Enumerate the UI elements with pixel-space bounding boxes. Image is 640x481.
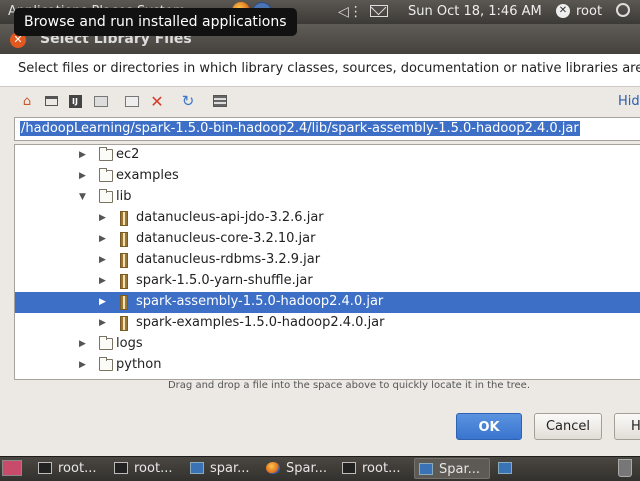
folder-icon (99, 189, 113, 203)
path-input[interactable]: /hadoopLearning/spark-1.5.0-bin-hadoop2.… (14, 117, 640, 141)
taskbar-item[interactable] (494, 458, 522, 479)
ok-button[interactable]: OK (456, 413, 522, 440)
tree-file-row[interactable]: ▶ datanucleus-rdbms-3.2.9.jar (15, 250, 640, 271)
expand-arrow-icon[interactable]: ▶ (99, 297, 106, 307)
user-menu[interactable]: root (576, 4, 602, 19)
expand-arrow-icon[interactable]: ▶ (99, 276, 106, 286)
jar-file-icon (120, 253, 128, 268)
folder-icon (99, 168, 113, 182)
tree-folder-row[interactable]: ▼ lib (15, 187, 640, 208)
taskbar-item-label: Spar... (286, 461, 328, 476)
jar-file-icon (120, 274, 128, 289)
project-icon[interactable]: IJ (67, 93, 83, 109)
tree-item-label: spark-1.5.0-yarn-shuffle.jar (136, 273, 313, 288)
tree-folder-row[interactable]: ▶ logs (15, 334, 640, 355)
folder-icon (99, 336, 113, 350)
expand-arrow-icon[interactable]: ▶ (79, 339, 86, 349)
power-icon[interactable] (616, 3, 630, 17)
expand-arrow-icon[interactable]: ▶ (79, 171, 86, 181)
user-icon[interactable]: ✕ (556, 4, 570, 18)
dialog-description-area: Select files or directories in which lib… (0, 54, 640, 87)
home-icon[interactable]: ⌂ (19, 93, 35, 109)
jar-file-icon (120, 211, 128, 226)
help-button[interactable]: H (614, 413, 640, 440)
trash-icon[interactable] (618, 459, 632, 477)
expand-arrow-icon[interactable]: ▶ (99, 255, 106, 265)
new-folder-icon[interactable] (124, 93, 140, 109)
tree-item-label: lib (116, 189, 132, 204)
terminal-icon (114, 461, 128, 474)
module-icon[interactable] (93, 93, 109, 109)
intellij-icon (419, 462, 433, 475)
clock[interactable]: Sun Oct 18, 1:46 AM (408, 4, 542, 19)
firefox-icon (266, 461, 280, 474)
tree-item-label: datanucleus-api-jdo-3.2.6.jar (136, 210, 324, 225)
tree-item-label: spark-assembly-1.5.0-hadoop2.4.0.jar (136, 294, 384, 309)
tree-file-row[interactable]: ▶ spark-assembly-1.5.0-hadoop2.4.0.jar (15, 292, 640, 313)
jar-file-icon (120, 316, 128, 331)
delete-icon[interactable]: ✕ (149, 92, 165, 111)
intellij-icon (190, 461, 204, 474)
file-tree[interactable]: ▶ ec2 ▶ examples ▼ lib ▶ datanucleus-api-jdo-3.… (14, 144, 640, 380)
jar-file-icon (120, 232, 128, 247)
tree-item-label: logs (116, 336, 143, 351)
show-hidden-icon[interactable] (212, 93, 228, 109)
tree-item-label: datanucleus-rdbms-3.2.9.jar (136, 252, 321, 267)
expand-arrow-icon[interactable]: ▶ (79, 360, 86, 370)
tree-folder-row[interactable]: ▶ python (15, 355, 640, 376)
tree-file-row[interactable]: ▶ spark-examples-1.5.0-hadoop2.4.0.jar (15, 313, 640, 334)
expand-arrow-icon[interactable]: ▶ (99, 213, 106, 223)
volume-icon[interactable]: ◁⋮ (338, 4, 363, 20)
hide-path-link[interactable]: Hid (618, 94, 640, 109)
terminal-icon (38, 461, 52, 474)
taskbar-item[interactable]: root... (338, 458, 410, 479)
terminal-icon (342, 461, 356, 474)
drag-drop-hint: Drag and drop a file into the space abov… (167, 380, 531, 391)
taskbar-item-label: root... (362, 461, 401, 476)
show-desktop-icon[interactable] (2, 460, 22, 476)
taskbar-item[interactable]: root... (34, 458, 106, 479)
taskbar-item-label: spar... (210, 461, 250, 476)
taskbar-item[interactable]: spar... (186, 458, 258, 479)
expand-arrow-icon[interactable]: ▶ (79, 150, 86, 160)
jar-file-icon (120, 295, 128, 310)
tree-folder-row[interactable]: ▶ ec2 (15, 145, 640, 166)
tree-item-label: spark-examples-1.5.0-hadoop2.4.0.jar (136, 315, 385, 330)
path-value: /hadoopLearning/spark-1.5.0-bin-hadoop2.… (20, 121, 580, 136)
mail-icon[interactable] (370, 5, 388, 17)
tree-file-row[interactable]: ▶ datanucleus-api-jdo-3.2.6.jar (15, 208, 640, 229)
taskbar-item-label: Spar... (439, 462, 481, 477)
tree-folder-row[interactable]: ▶ examples (15, 166, 640, 187)
expand-arrow-icon[interactable]: ▶ (99, 318, 106, 328)
tree-file-row[interactable]: ▶ datanucleus-core-3.2.10.jar (15, 229, 640, 250)
taskbar-item[interactable]: root... (110, 458, 182, 479)
tree-file-row[interactable]: ▶ spark-1.5.0-yarn-shuffle.jar (15, 271, 640, 292)
collapse-arrow-icon[interactable]: ▼ (79, 192, 86, 202)
tree-item-label: ec2 (116, 147, 140, 162)
taskbar-item-label: root... (134, 461, 173, 476)
refresh-icon[interactable]: ↻ (180, 92, 196, 110)
file-chooser-toolbar: ⌂ IJ ✕ ↻ Hid (0, 88, 640, 114)
taskbar-item[interactable]: Spar... (414, 458, 490, 479)
expand-arrow-icon[interactable]: ▶ (99, 234, 106, 244)
taskbar-item-label: root... (58, 461, 97, 476)
applications-tooltip: Browse and run installed applications (14, 8, 297, 36)
folder-icon (99, 147, 113, 161)
tree-item-label: examples (116, 168, 179, 183)
tree-item-label: python (116, 357, 162, 372)
desktop-icon[interactable] (43, 93, 59, 109)
tree-item-label: datanucleus-core-3.2.10.jar (136, 231, 316, 246)
folder-icon (99, 357, 113, 371)
taskbar-item[interactable]: Spar... (262, 458, 334, 479)
dialog-description: Select files or directories in which lib… (18, 61, 640, 76)
cancel-button[interactable]: Cancel (534, 413, 602, 440)
bottom-taskbar: root... root... spar... Spar... root... Spar.… (0, 456, 640, 481)
intellij-icon (498, 461, 512, 474)
